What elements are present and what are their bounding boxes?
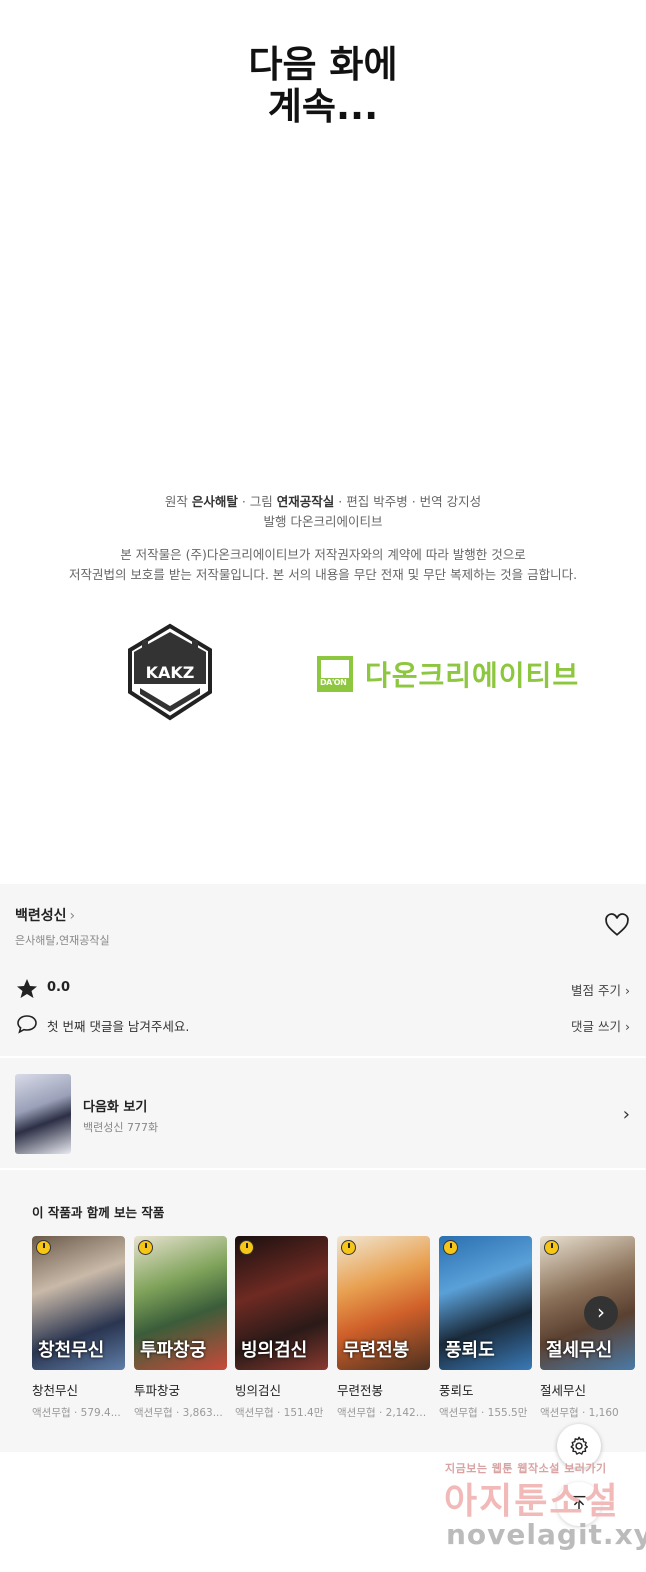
rate-button[interactable]: 별점 주기 › xyxy=(571,980,630,999)
recommend-title[interactable]: 풍뢰도 xyxy=(439,1380,532,1399)
wait-free-clock-icon xyxy=(443,1240,458,1255)
cover-title: 풍뢰도 xyxy=(445,1340,495,1361)
write-comment-button[interactable]: 댓글 쓰기 › xyxy=(571,1016,630,1035)
credit-publisher: 다온크리에이티브 xyxy=(290,514,383,529)
next-episode-title[interactable]: 다음화 보기 xyxy=(83,1096,147,1115)
recommend-title[interactable]: 절세무신 xyxy=(540,1380,635,1399)
daon-logo-text: 다온크리에이티브 xyxy=(365,659,580,692)
cover-title: 창천무신 xyxy=(38,1340,105,1361)
recommend-card[interactable]: 절세무신 절세무신 액션무협 · 1,160 xyxy=(540,1236,635,1420)
wait-free-clock-icon xyxy=(138,1240,153,1255)
next-episode-subtitle: 백련성신 777화 xyxy=(83,1121,159,1134)
recommend-cover[interactable]: 빙의검신 xyxy=(235,1236,328,1370)
wait-free-clock-icon xyxy=(239,1240,254,1255)
kakz-logo: KAKZ xyxy=(120,622,220,722)
recommend-cover[interactable]: 투파창궁 xyxy=(134,1236,227,1370)
recommend-meta: 액션무협 · 2,142.... xyxy=(337,1407,429,1419)
credit-edit: 박주병 xyxy=(373,494,408,509)
next-episode-thumbnail[interactable] xyxy=(15,1074,71,1154)
recommend-cover[interactable]: 무련전봉 xyxy=(337,1236,430,1370)
episode-end-panel xyxy=(0,0,646,884)
chevron-right-icon: › xyxy=(69,908,76,924)
carousel-next-button[interactable]: › xyxy=(584,1296,618,1330)
recommend-title[interactable]: 무련전봉 xyxy=(337,1380,430,1399)
credit-label-art: · 그림 xyxy=(241,494,273,509)
recommend-meta: 액션무협 · 3,863... xyxy=(134,1407,223,1419)
continued-line1: 다음 화에 xyxy=(248,43,398,86)
recommend-meta: 액션무협 · 151.4만 xyxy=(235,1407,324,1419)
heart-icon[interactable] xyxy=(604,912,630,938)
recommend-card[interactable]: 풍뢰도 풍뢰도 액션무협 · 155.5만 xyxy=(439,1236,532,1420)
recommend-title[interactable]: 창천무신 xyxy=(32,1380,125,1399)
series-authors: 은사해탈,연재공작실 xyxy=(15,934,110,947)
wait-free-clock-icon xyxy=(544,1240,559,1255)
chevron-right-icon: › xyxy=(625,1019,630,1034)
daon-logo-mark: DA'ON xyxy=(317,656,353,692)
star-icon xyxy=(15,977,39,1001)
recommend-card[interactable]: 빙의검신 빙의검신 액션무협 · 151.4만 xyxy=(235,1236,328,1420)
recommend-cover[interactable]: 풍뢰도 xyxy=(439,1236,532,1370)
series-title: 백련성신 xyxy=(15,908,67,924)
recommend-meta: 액션무협 · 155.5만 xyxy=(439,1407,528,1419)
credits: 원작 은사해탈 · 그림 연재공작실 · 편집 박주병 · 번역 강지성 발행 … xyxy=(0,492,646,532)
daon-logo-mark-text: DA'ON xyxy=(320,678,347,687)
chevron-right-icon: › xyxy=(597,1300,605,1324)
credit-art: 연재공작실 xyxy=(276,494,335,509)
rating-score: 0.0 xyxy=(47,980,71,995)
to-be-continued: 다음 화에 계속... xyxy=(0,44,646,128)
cover-title: 절세무신 xyxy=(546,1340,613,1361)
series-title-link[interactable]: 백련성신 › xyxy=(15,905,75,925)
copyright-notice: 본 저작물은 (주)다온크리에이티브가 저작권자와의 계약에 따라 발행한 것으… xyxy=(0,545,646,585)
credit-label-translate: · 번역 xyxy=(411,494,443,509)
chevron-right-icon: › xyxy=(625,983,630,998)
recommend-card[interactable]: 창천무신 창천무신 액션무협 · 579.4... xyxy=(32,1236,125,1420)
copyright-line2: 저작권법의 보호를 받는 저작물입니다. 본 서의 내용을 무단 전재 및 무단… xyxy=(68,567,578,582)
credit-label-original: 원작 xyxy=(164,494,188,509)
cover-title: 무련전봉 xyxy=(343,1340,410,1361)
watermark-brand: 아지툰소설 xyxy=(444,1481,620,1522)
wait-free-clock-icon xyxy=(36,1240,51,1255)
comment-prompt[interactable]: 첫 번째 댓글을 남겨주세요. xyxy=(47,1016,189,1035)
recommend-card[interactable]: 무련전봉 무련전봉 액션무협 · 2,142.... xyxy=(337,1236,430,1420)
recommend-cover[interactable]: 창천무신 xyxy=(32,1236,125,1370)
kakz-logo-text: KAKZ xyxy=(146,663,195,682)
cover-title: 투파창궁 xyxy=(140,1340,207,1361)
comment-bubble-icon xyxy=(15,1012,39,1036)
recommend-meta: 액션무협 · 1,160 xyxy=(540,1407,619,1419)
chevron-right-icon[interactable]: › xyxy=(623,1104,630,1125)
credit-label-edit: · 편집 xyxy=(338,494,370,509)
recommend-title[interactable]: 투파창궁 xyxy=(134,1380,227,1399)
recommend-heading: 이 작품과 함께 보는 작품 xyxy=(32,1205,165,1220)
write-comment-label: 댓글 쓰기 xyxy=(571,1019,622,1034)
recommend-title[interactable]: 빙의검신 xyxy=(235,1380,328,1399)
cover-title: 빙의검신 xyxy=(241,1340,308,1361)
daon-creative-logo: DA'ON 다온크리에이티브 xyxy=(317,656,579,692)
credit-label-publisher: 발행 xyxy=(263,514,287,529)
continued-line2: 계속... xyxy=(267,85,379,128)
credit-original: 은사해탈 xyxy=(191,494,238,509)
watermark-domain: novelagit.xyz xyxy=(446,1518,646,1551)
recommend-card[interactable]: 투파창궁 투파창궁 액션무협 · 3,863... xyxy=(134,1236,227,1420)
wait-free-clock-icon xyxy=(341,1240,356,1255)
copyright-line1: 본 저작물은 (주)다온크리에이티브가 저작권자와의 계약에 따라 발행한 것으… xyxy=(120,547,526,562)
recommend-meta: 액션무협 · 579.4... xyxy=(32,1407,121,1419)
credit-translate: 강지성 xyxy=(446,494,482,509)
gear-icon xyxy=(570,1436,588,1455)
rate-button-label: 별점 주기 xyxy=(571,983,622,998)
